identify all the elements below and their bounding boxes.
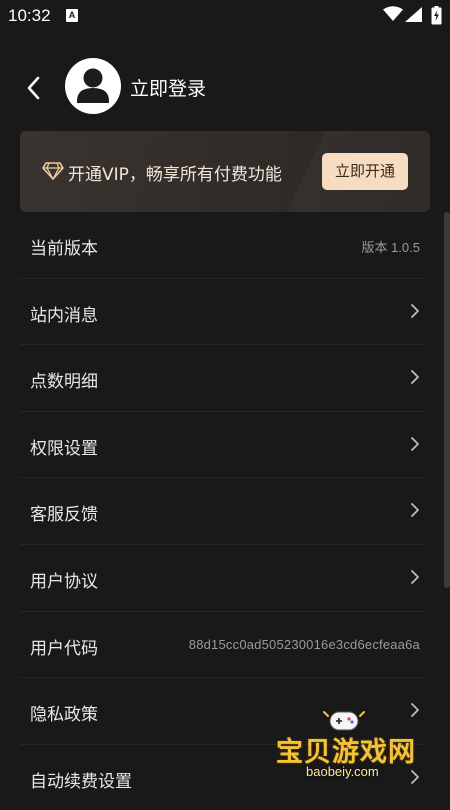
menu-item-label: 权限设置 (30, 438, 98, 459)
chevron-right-icon (411, 303, 419, 318)
menu-item-label: 点数明细 (30, 372, 98, 393)
chevron-right-icon (411, 436, 419, 451)
status-time: 10:32 (8, 6, 51, 25)
vip-promo-text: 开通VIP，畅享所有付费功能 (68, 165, 282, 185)
menu-item-user-agreement[interactable]: 用户协议 (20, 545, 424, 612)
diamond-icon (42, 162, 64, 180)
chevron-right-icon (411, 570, 419, 584)
watermark-url: baobeiy.com (306, 764, 379, 779)
chevron-right-icon (411, 503, 419, 518)
version-value: 版本 1.0.5 (361, 240, 420, 255)
header: 立即登录 (0, 56, 450, 120)
menu-item-messages[interactable]: 站内消息 (20, 279, 424, 346)
watermark-logo: 宝贝游戏网 baobeiy.com (272, 706, 422, 796)
menu-item-points-detail[interactable]: 点数明细 (20, 345, 424, 412)
battery-icon (431, 6, 442, 25)
scrollbar[interactable] (444, 212, 450, 588)
back-button[interactable] (18, 72, 48, 104)
chevron-right-icon (411, 370, 419, 385)
menu-item-permission-settings[interactable]: 权限设置 (20, 412, 424, 479)
chevron-left-icon (27, 76, 40, 100)
vip-banner: 开通VIP，畅享所有付费功能 立即开通 (20, 131, 430, 212)
menu-item-current-version: 当前版本 版本 1.0.5 (20, 212, 424, 279)
status-bar: 10:32 A (0, 0, 450, 32)
user-code-value: 88d15cc0ad505230016e3cd6ecfeaa6a (188, 636, 420, 652)
signal-icon (405, 7, 422, 22)
menu-item-label: 隐私政策 (30, 705, 98, 726)
menu-item-label: 站内消息 (30, 305, 98, 326)
menu-item-label: 当前版本 (30, 239, 98, 259)
menu-item-label: 客服反馈 (30, 505, 98, 526)
avatar[interactable] (65, 58, 121, 114)
open-vip-button[interactable]: 立即开通 (322, 153, 408, 190)
menu-item-customer-feedback[interactable]: 客服反馈 (20, 478, 424, 545)
login-link[interactable]: 立即登录 (130, 74, 206, 101)
menu-item-label: 自动续费设置 (30, 771, 132, 792)
notification-icon: A (66, 9, 78, 22)
menu-item-label: 用户代码 (30, 638, 98, 659)
avatar-user-icon (77, 68, 109, 103)
wifi-icon (383, 6, 403, 21)
menu-item-label: 用户协议 (30, 571, 98, 592)
menu-item-user-code: 用户代码 88d15cc0ad505230016e3cd6ecfeaa6a (20, 612, 424, 679)
